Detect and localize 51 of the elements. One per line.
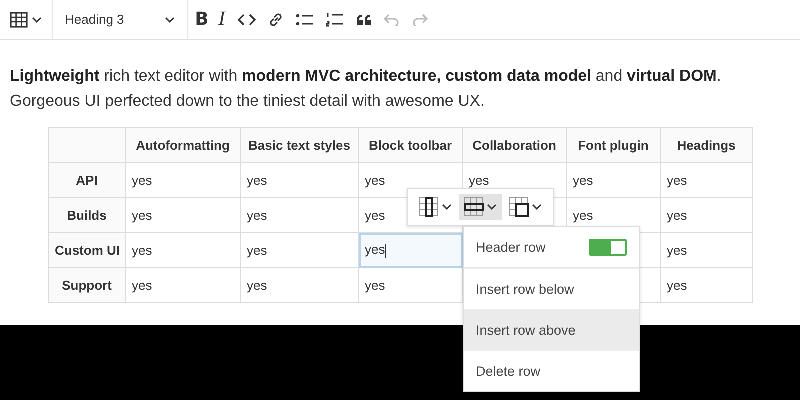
row-header: Custom UI [48,232,126,268]
numbered-list-icon [326,12,344,27]
caret-icon [532,204,542,210]
code-icon [238,12,256,26]
undo-icon [384,14,400,26]
table-column-icon [419,197,439,217]
merge-cells-icon [509,197,529,217]
menu-item[interactable]: Header row [464,227,639,268]
table-cell: yes [240,198,358,232]
table-cell: yes [240,268,358,302]
row-header: Builds [48,198,126,232]
caret-icon [165,16,175,22]
header-row-toggle[interactable] [589,238,627,256]
table-icon [10,12,28,28]
paragraph: Lightweight rich text editor with modern MVC architecture, custom data model and virtual DOM. [10,67,722,87]
table-row-icon [464,197,484,217]
bulleted-list-icon [296,12,314,26]
table-cell: yes [660,198,752,232]
caret-icon [442,204,452,210]
paragraph: Gorgeous UI perfected down to the tiniest detail with awesome UX. [10,92,486,112]
column-header: Headings [660,128,752,162]
italic-button[interactable]: I [212,4,232,34]
table-cell: yes [660,232,752,268]
table-cell: yes [240,232,358,268]
column-header: Basic text styles [240,128,358,162]
table-cell: yes [126,198,240,232]
quote-icon [356,14,372,26]
row-header: API [48,162,126,198]
heading-dropdown[interactable]: Heading 3 [57,4,183,34]
menu-item[interactable]: Delete row [464,350,639,391]
column-header: Collaboration [462,128,566,162]
column-header: Font plugin [566,128,660,162]
caret-icon [487,204,497,210]
link-icon [268,12,284,28]
caret-icon [32,16,42,22]
table-cell: yes [660,268,752,302]
table-cell: yes [126,162,240,198]
table-cell: yes [660,162,752,198]
redo-icon [412,14,428,26]
table-cell: yes [358,232,462,268]
table-cell: yes [566,162,660,198]
row-header: Support [48,268,126,302]
bold-button[interactable]: B [192,4,212,34]
table-cell: yes [126,232,240,268]
table-cell: yes [126,268,240,302]
column-header: Autoformatting [126,128,240,162]
column-header: Block toolbar [358,128,462,162]
menu-item-label: Header row [476,240,546,254]
menu-item[interactable]: Insert row above [464,309,639,350]
table-cell: yes [240,162,358,198]
table-row-button[interactable] [459,194,502,220]
